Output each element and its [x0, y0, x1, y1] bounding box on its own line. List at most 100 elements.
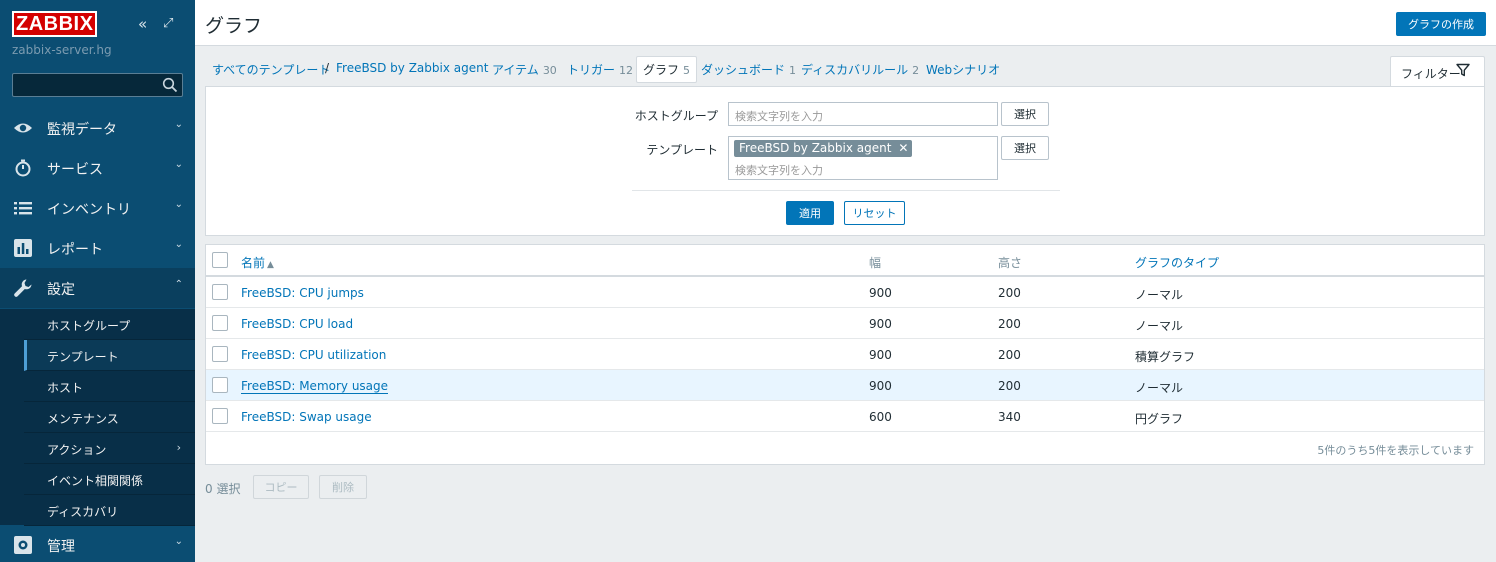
- column-name-header[interactable]: 名前 ▲: [241, 254, 274, 271]
- chevron-right-icon: ›: [176, 441, 181, 454]
- row-checkbox[interactable]: [212, 346, 228, 362]
- submenu-item-maintenance[interactable]: メンテナンス: [24, 402, 195, 433]
- filter-panel: ホストグループ 検索文字列を入力 選択 テンプレート FreeBSD by Za…: [205, 86, 1485, 236]
- tab-count: 5: [683, 64, 691, 77]
- create-graph-button[interactable]: グラフの作成: [1396, 12, 1486, 36]
- graph-name-link[interactable]: FreeBSD: CPU jumps: [241, 286, 364, 300]
- menu-item-services[interactable]: サービス ⌄: [0, 148, 195, 188]
- host-group-input[interactable]: 検索文字列を入力: [728, 102, 998, 126]
- filter-icon: [1456, 63, 1470, 77]
- column-graph-type-header[interactable]: グラフのタイプ: [1135, 254, 1219, 271]
- table-row: FreeBSD: Swap usage 600 340 円グラフ: [206, 401, 1484, 432]
- tab-items[interactable]: アイテム 30: [492, 61, 557, 78]
- breadcrumb-template[interactable]: FreeBSD by Zabbix agent: [336, 61, 488, 75]
- graphs-table: 名前 ▲ 幅 高さ グラフのタイプ FreeBSD: CPU jumps 900 …: [205, 244, 1485, 465]
- column-width-header: 幅: [869, 256, 882, 270]
- submenu-item-hosts[interactable]: ホスト: [24, 371, 195, 402]
- host-group-select-button[interactable]: 選択: [1001, 102, 1049, 126]
- tab-dashboards[interactable]: ダッシュボード 1: [701, 61, 796, 78]
- kiosk-mode-icon[interactable]: ⤢: [163, 14, 173, 34]
- submenu-item-host-groups[interactable]: ホストグループ: [24, 309, 195, 340]
- menu-item-administration[interactable]: 管理 ⌄: [0, 525, 195, 562]
- graph-width: 600: [869, 410, 892, 424]
- graph-height: 200: [998, 317, 1021, 331]
- list-icon: [14, 202, 32, 215]
- graph-name-link[interactable]: FreeBSD: CPU load: [241, 317, 353, 331]
- delete-button[interactable]: 削除: [319, 475, 367, 499]
- select-all-checkbox[interactable]: [212, 252, 228, 268]
- column-label: 名前: [241, 256, 266, 270]
- host-group-label: ホストグループ: [634, 109, 718, 123]
- menu-label: 管理: [47, 539, 75, 555]
- menu-item-reports[interactable]: レポート ⌄: [0, 228, 195, 268]
- submenu-label: メンテナンス: [47, 412, 119, 426]
- graph-name-link[interactable]: FreeBSD: Swap usage: [241, 410, 372, 424]
- menu-label: レポート: [47, 242, 103, 258]
- graph-height: 340: [998, 410, 1021, 424]
- breadcrumb: すべてのテンプレート / FreeBSD by Zabbix agent アイテ…: [195, 47, 1496, 87]
- selected-count: 0 選択: [205, 482, 241, 496]
- filter-tab[interactable]: フィルター: [1390, 56, 1485, 87]
- page-title: グラフ: [205, 15, 263, 37]
- graph-width: 900: [869, 286, 892, 300]
- submenu-item-discovery[interactable]: ディスカバリ: [24, 495, 195, 526]
- chevron-down-icon: ⌄: [174, 159, 183, 170]
- chevron-down-icon: ⌄: [174, 239, 183, 250]
- bar-chart-icon: [14, 239, 32, 257]
- row-checkbox[interactable]: [212, 377, 228, 393]
- chevron-up-icon: ⌃: [174, 279, 183, 290]
- wrench-icon: [14, 279, 32, 297]
- search-icon[interactable]: [162, 77, 178, 93]
- reset-button[interactable]: リセット: [844, 201, 905, 225]
- submenu-label: ホスト: [47, 381, 84, 395]
- server-name: zabbix-server.hg: [12, 43, 112, 57]
- menu-label: サービス: [47, 162, 103, 178]
- tab-count: 30: [542, 64, 557, 77]
- tab-label: ダッシュボード: [701, 63, 786, 77]
- graph-type: ノーマル: [1135, 319, 1184, 333]
- column-height-header: 高さ: [998, 256, 1023, 270]
- submenu-item-event-correlation[interactable]: イベント相関関係: [24, 464, 195, 495]
- tab-label: アイテム: [492, 63, 539, 77]
- close-icon[interactable]: ✕: [898, 141, 908, 155]
- menu-item-configuration[interactable]: 設定 ⌃: [0, 268, 195, 308]
- sidebar: ZABBIX « ⤢ zabbix-server.hg 監視データ ⌄ サービス…: [0, 0, 195, 562]
- tab-triggers[interactable]: トリガー 12: [567, 61, 633, 78]
- sidebar-search-input[interactable]: [12, 73, 183, 97]
- row-checkbox[interactable]: [212, 284, 228, 300]
- tab-count: 1: [789, 64, 797, 77]
- template-input-placeholder[interactable]: 検索文字列を入力: [735, 162, 823, 178]
- apply-button[interactable]: 適用: [786, 201, 834, 225]
- zabbix-logo[interactable]: ZABBIX: [12, 11, 98, 37]
- submenu-item-templates[interactable]: テンプレート: [24, 340, 195, 371]
- graph-type: 積算グラフ: [1135, 350, 1196, 364]
- tab-graphs[interactable]: グラフ 5: [636, 56, 698, 83]
- tab-label: Webシナリオ: [926, 63, 1001, 77]
- graph-height: 200: [998, 348, 1021, 362]
- row-checkbox[interactable]: [212, 315, 228, 331]
- submenu-item-actions[interactable]: アクション ›: [24, 433, 195, 464]
- table-row: FreeBSD: CPU jumps 900 200 ノーマル: [206, 277, 1484, 308]
- row-checkbox[interactable]: [212, 408, 228, 424]
- graph-type: ノーマル: [1135, 381, 1184, 395]
- graph-type: 円グラフ: [1135, 412, 1184, 426]
- menu-item-monitoring[interactable]: 監視データ ⌄: [0, 108, 195, 148]
- table-row: FreeBSD: Memory usage 900 200 ノーマル: [206, 370, 1484, 401]
- copy-button[interactable]: コピー: [253, 475, 309, 499]
- template-select-button[interactable]: 選択: [1001, 136, 1049, 160]
- page-header: グラフ グラフの作成: [195, 0, 1496, 46]
- tab-label: ディスカバリルール: [801, 63, 909, 77]
- tab-web-scenarios[interactable]: Webシナリオ: [926, 61, 1000, 78]
- collapse-sidebar-icon[interactable]: «: [138, 14, 147, 34]
- main-content: グラフ グラフの作成 すべてのテンプレート / FreeBSD by Zabbi…: [195, 0, 1496, 562]
- table-paging-summary: 5件のうち5件を表示しています: [1317, 444, 1474, 457]
- tab-count: 12: [619, 64, 634, 77]
- eye-icon: [14, 123, 32, 133]
- graph-name-link[interactable]: FreeBSD: CPU utilization: [241, 348, 386, 362]
- graph-name-link[interactable]: FreeBSD: Memory usage: [241, 379, 389, 394]
- tab-discovery-rules[interactable]: ディスカバリルール 2: [801, 61, 919, 78]
- template-multiselect[interactable]: FreeBSD by Zabbix agent ✕ 検索文字列を入力: [728, 136, 998, 180]
- template-label: テンプレート: [646, 143, 718, 157]
- menu-item-inventory[interactable]: インベントリ ⌄: [0, 188, 195, 228]
- breadcrumb-all-templates[interactable]: すべてのテンプレート: [212, 61, 330, 78]
